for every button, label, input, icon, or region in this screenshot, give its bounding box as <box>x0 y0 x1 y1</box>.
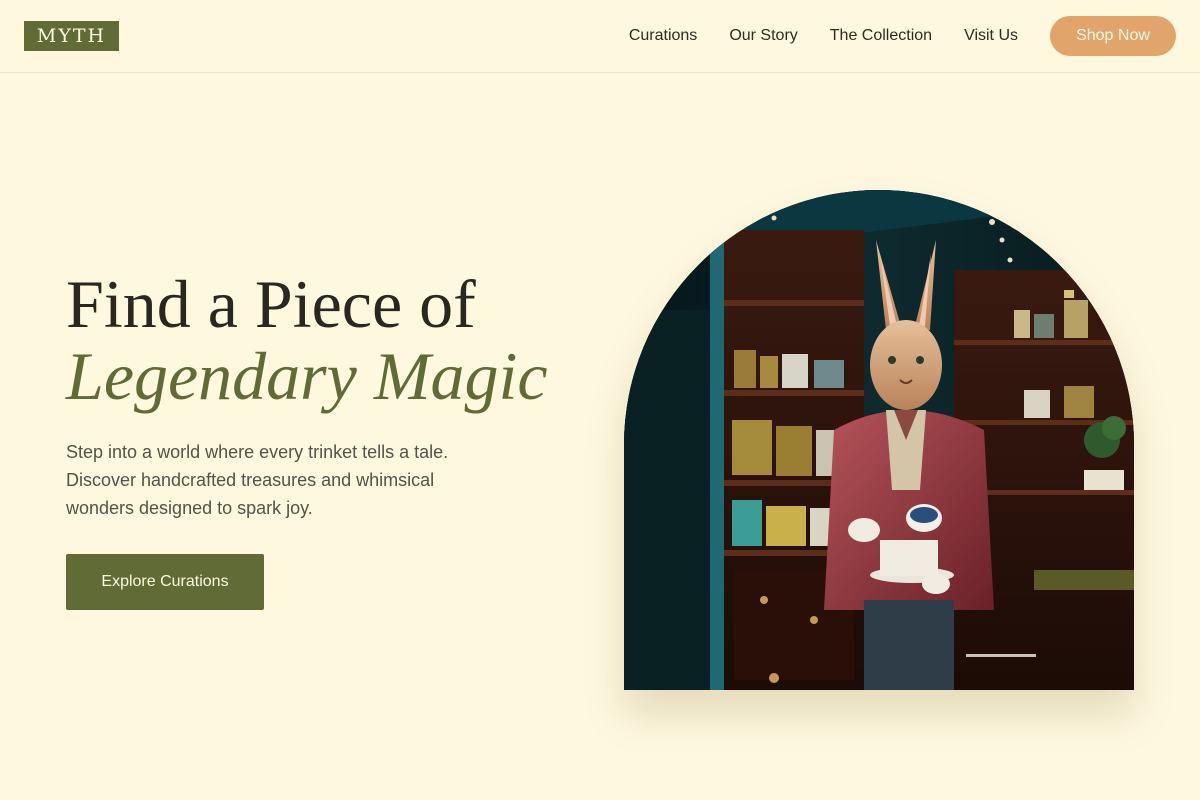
hero-title-line2: Legendary Magic <box>66 338 548 414</box>
rabbit-shop-illustration <box>624 190 1134 690</box>
nav-our-story[interactable]: Our Story <box>729 27 797 45</box>
hero-title: Find a Piece of Legendary Magic <box>66 268 548 412</box>
hero-title-line1: Find a Piece of <box>66 266 476 342</box>
hero-subtitle: Step into a world where every trinket te… <box>66 442 449 518</box>
explore-curations-button[interactable]: Explore Curations <box>66 554 264 610</box>
hero-image <box>624 190 1134 690</box>
nav-the-collection[interactable]: The Collection <box>830 27 932 45</box>
site-header: MYTH Curations Our Story The Collection … <box>0 0 1200 73</box>
nav-visit-us[interactable]: Visit Us <box>964 27 1018 45</box>
logo[interactable]: MYTH <box>24 21 119 51</box>
shop-now-button[interactable]: Shop Now <box>1050 16 1176 56</box>
main-nav: Curations Our Story The Collection Visit… <box>629 0 1018 72</box>
nav-curations[interactable]: Curations <box>629 27 697 45</box>
